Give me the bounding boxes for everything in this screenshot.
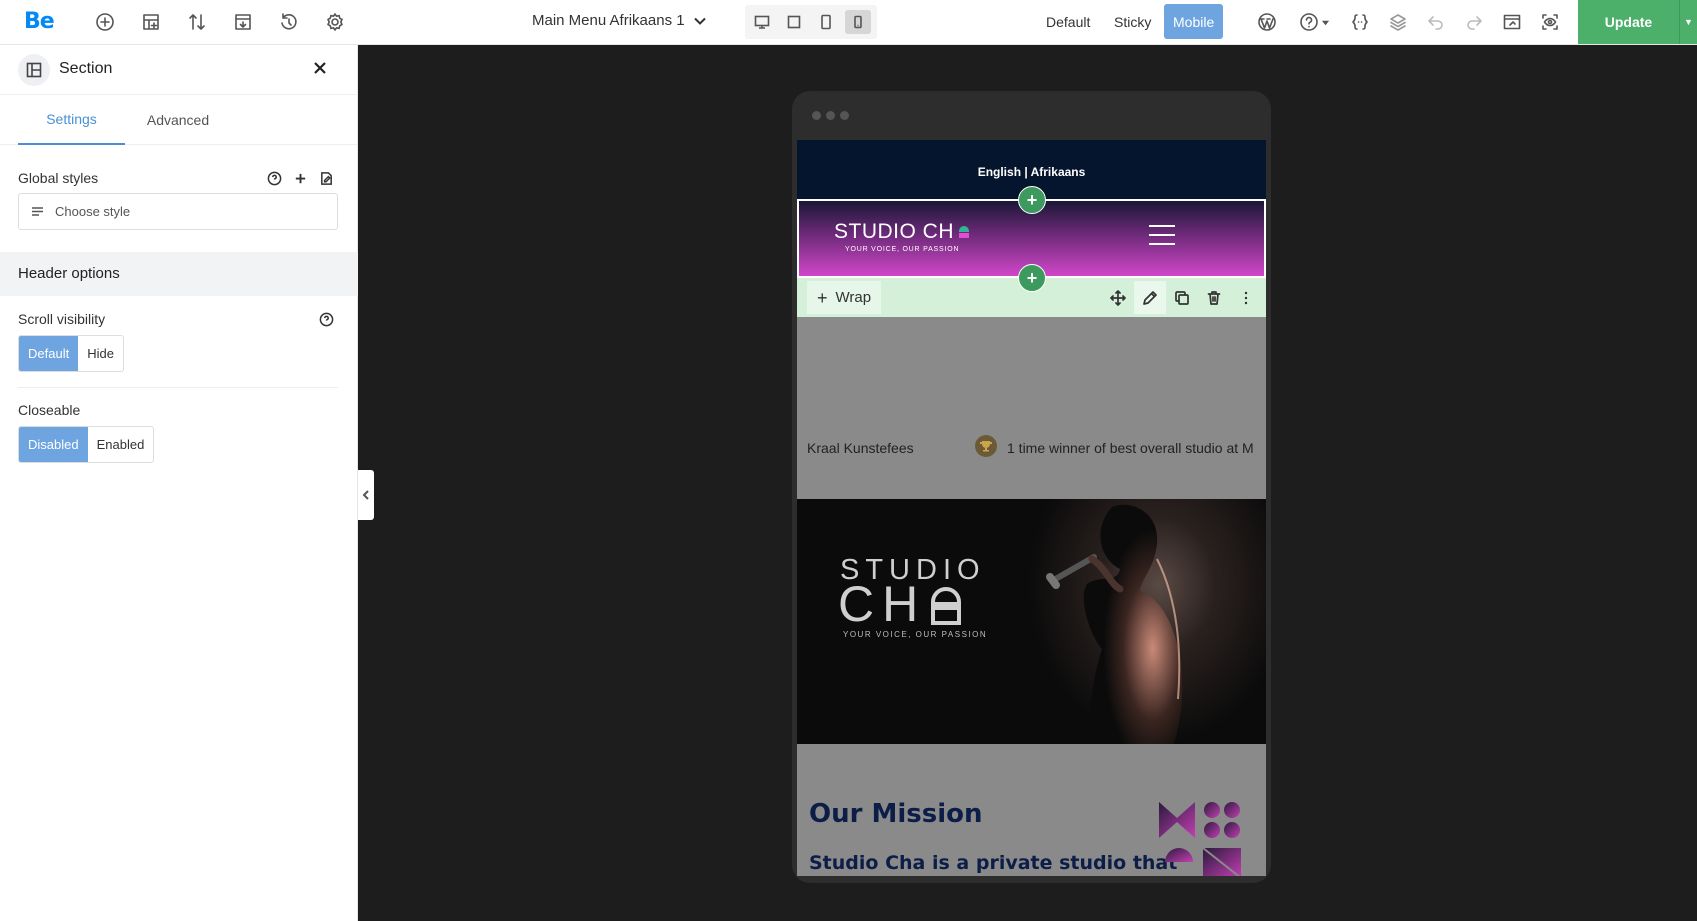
decorative-shapes	[1159, 802, 1241, 876]
frame-dot	[840, 111, 849, 120]
chevron-left-icon	[362, 490, 369, 500]
state-default-button[interactable]: Default	[1037, 4, 1099, 39]
preview-canvas[interactable]: English | Afrikaans STUDIO CH YOUR VOICE…	[797, 140, 1266, 876]
add-section-below-button[interactable]: +	[1018, 264, 1046, 292]
layers-icon[interactable]	[1385, 9, 1411, 35]
hero-logo-mark	[931, 587, 961, 625]
scroll-visibility-label: Scroll visibility	[18, 311, 106, 327]
add-icon[interactable]	[92, 9, 118, 35]
tab-advanced[interactable]: Advanced	[137, 95, 219, 145]
help-icon[interactable]	[266, 170, 282, 186]
app-logo[interactable]: Be	[24, 9, 55, 34]
collapse-panel-handle[interactable]	[358, 470, 374, 520]
laptop-icon[interactable]	[781, 10, 807, 34]
divider	[18, 387, 338, 388]
state-mobile-button[interactable]: Mobile	[1164, 4, 1224, 39]
mission-title: Our Mission	[809, 799, 983, 829]
more-options-icon[interactable]	[1230, 281, 1262, 314]
list-icon	[31, 205, 44, 218]
help-caret-icon[interactable]	[1318, 9, 1332, 35]
trash-icon[interactable]	[1198, 281, 1230, 314]
desktop-icon[interactable]	[749, 10, 775, 34]
update-options-caret-icon[interactable]: ▼	[1679, 0, 1697, 44]
closeable-disabled-option[interactable]: Disabled	[19, 427, 88, 462]
language-switcher[interactable]: English | Afrikaans	[797, 165, 1266, 179]
layout-icon[interactable]	[138, 9, 164, 35]
brand-logo-mark	[959, 226, 969, 238]
mobile-icon[interactable]	[845, 10, 871, 34]
trophy-icon	[975, 435, 997, 457]
manage-styles-icon[interactable]	[318, 170, 334, 186]
duplicate-icon[interactable]	[1166, 281, 1198, 314]
brand-logo-text[interactable]: STUDIO CH	[834, 220, 954, 244]
awards-ticker[interactable]: Kraal Kunstefees 1 time winner of best o…	[797, 317, 1266, 499]
sort-icon[interactable]	[184, 9, 210, 35]
frame-dot	[826, 111, 835, 120]
frame-dot	[812, 111, 821, 120]
closeable-label: Closeable	[18, 402, 81, 418]
top-toolbar: Be Main Menu Afrikaans 1 Default Sticky …	[0, 0, 1697, 45]
panel-tabs: Settings Advanced	[0, 95, 358, 145]
edit-icon[interactable]	[1134, 281, 1166, 314]
add-style-icon[interactable]	[292, 170, 308, 186]
settings-panel: Section Settings Advanced Global styles …	[0, 45, 358, 921]
ticker-item: Kraal Kunstefees	[807, 440, 914, 456]
document-title: Main Menu Afrikaans 1	[532, 12, 685, 29]
device-switcher	[745, 5, 877, 39]
help-icon[interactable]	[318, 311, 334, 327]
global-styles-label: Global styles	[18, 170, 99, 186]
hamburger-menu-icon[interactable]	[1149, 225, 1175, 245]
ticker-item: 1 time winner of best overall studio at …	[1007, 440, 1254, 456]
css-icon[interactable]	[1347, 9, 1373, 35]
eye-icon[interactable]	[1537, 9, 1563, 35]
tab-settings[interactable]: Settings	[18, 95, 125, 145]
hero-cha-text: CH	[838, 576, 927, 632]
template-icon[interactable]	[230, 9, 256, 35]
redo-icon[interactable]	[1461, 9, 1487, 35]
section-icon	[18, 54, 50, 86]
panel-title: Section	[59, 60, 113, 77]
add-section-above-button[interactable]: +	[1018, 186, 1046, 214]
mission-text: Studio Cha is a private studio that	[809, 852, 1178, 874]
hero-banner[interactable]: STUDIO CH YOUR VOICE, OUR PASSION	[797, 499, 1266, 744]
wordpress-icon[interactable]	[1254, 9, 1280, 35]
choose-style-placeholder: Choose style	[55, 204, 131, 219]
mission-section[interactable]: Our Mission Studio Cha is a private stud…	[797, 744, 1266, 876]
singer-image	[1046, 504, 1183, 744]
document-title-dropdown[interactable]: Main Menu Afrikaans 1	[532, 12, 707, 29]
chevron-down-icon	[693, 14, 707, 28]
scroll-visibility-hide-option[interactable]: Hide	[78, 336, 123, 371]
plus-icon: +	[817, 287, 828, 308]
scroll-visibility-toggle: Default Hide	[18, 335, 124, 372]
mobile-preview-frame: English | Afrikaans STUDIO CH YOUR VOICE…	[792, 91, 1271, 883]
state-sticky-button[interactable]: Sticky	[1105, 4, 1160, 39]
brand-tagline: YOUR VOICE, OUR PASSION	[845, 246, 960, 253]
history-icon[interactable]	[276, 9, 302, 35]
settings-icon[interactable]	[322, 9, 348, 35]
close-icon[interactable]	[310, 58, 330, 78]
update-button[interactable]: Update	[1578, 0, 1679, 44]
preview-icon[interactable]	[1499, 9, 1525, 35]
closeable-enabled-option[interactable]: Enabled	[88, 427, 154, 462]
choose-style-select[interactable]: Choose style	[18, 193, 338, 230]
scroll-visibility-default-option[interactable]: Default	[19, 336, 79, 371]
closeable-toggle: Disabled Enabled	[18, 426, 155, 463]
wrap-button[interactable]: + Wrap	[807, 281, 882, 314]
wrap-label: Wrap	[835, 289, 872, 306]
hero-tagline: YOUR VOICE, OUR PASSION	[843, 630, 988, 639]
header-options-label: Header options	[18, 265, 120, 282]
move-icon[interactable]	[1102, 281, 1134, 314]
tablet-icon[interactable]	[813, 10, 839, 34]
undo-icon[interactable]	[1423, 9, 1449, 35]
panel-header: Section	[0, 45, 358, 95]
header-options-heading: Header options	[0, 252, 358, 296]
